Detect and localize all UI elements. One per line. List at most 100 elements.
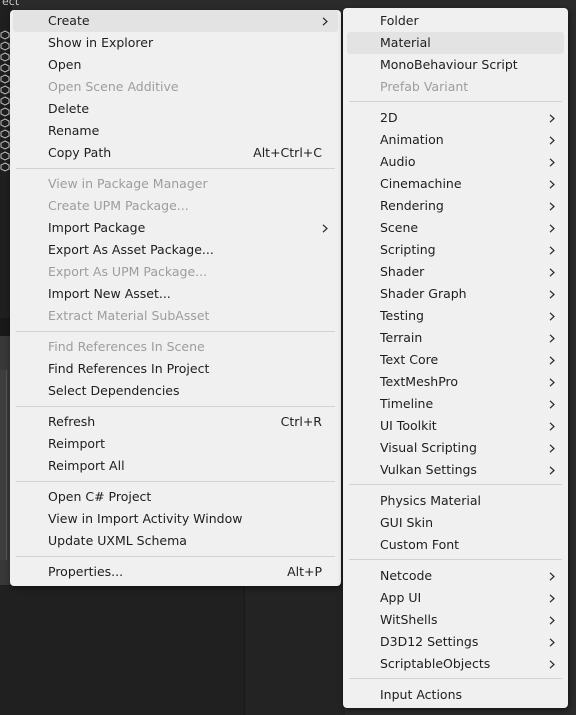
- submenu-item-rendering[interactable]: Rendering: [343, 195, 568, 217]
- menu-item-label: Input Actions: [380, 687, 463, 702]
- shortcut-label: Alt+Ctrl+C: [253, 145, 322, 160]
- menu-item-label: Export As Asset Package...: [48, 242, 214, 257]
- chevron-right-icon: [548, 283, 556, 305]
- menu-item-open-c-project[interactable]: Open C# Project: [10, 486, 341, 508]
- menu-item-open[interactable]: Open: [10, 54, 341, 76]
- menu-item-label: Folder: [380, 13, 419, 28]
- menu-separator: [16, 331, 335, 332]
- create-submenu: Folder Material MonoBehaviour Script Prefab…: [343, 8, 568, 708]
- submenu-item-app-ui[interactable]: App UI: [343, 587, 568, 609]
- gameobject-icon: [0, 39, 10, 51]
- menu-item-delete[interactable]: Delete: [10, 98, 341, 120]
- menu-item-label: 2D: [380, 110, 398, 125]
- submenu-item-material[interactable]: Material: [347, 32, 564, 54]
- gameobject-icon: [0, 160, 10, 172]
- menu-item-label: Cinemachine: [380, 176, 462, 191]
- menu-item-label: Import New Asset...: [48, 286, 171, 301]
- gameobject-icon: [0, 138, 10, 150]
- submenu-item-shader-graph[interactable]: Shader Graph: [343, 283, 568, 305]
- inspector-edge: [0, 370, 7, 560]
- menu-item-reimport[interactable]: Reimport: [10, 433, 341, 455]
- menu-item-label: Shader: [380, 264, 425, 279]
- submenu-item-scene[interactable]: Scene: [343, 217, 568, 239]
- chevron-right-icon: [548, 349, 556, 371]
- menu-item-view-in-import-activity-window[interactable]: View in Import Activity Window: [10, 508, 341, 530]
- menu-item-reimport-all[interactable]: Reimport All: [10, 455, 341, 477]
- submenu-item-d3d12-settings[interactable]: D3D12 Settings: [343, 631, 568, 653]
- menu-item-import-new-asset[interactable]: Import New Asset...: [10, 283, 341, 305]
- submenu-item-vulkan-settings[interactable]: Vulkan Settings: [343, 459, 568, 481]
- submenu-item-monobehaviour-script[interactable]: MonoBehaviour Script: [343, 54, 568, 76]
- menu-item-rename[interactable]: Rename: [10, 120, 341, 142]
- menu-item-label: Terrain: [380, 330, 423, 345]
- submenu-item-2d[interactable]: 2D: [343, 107, 568, 129]
- menu-item-copy-path[interactable]: Copy Path Alt+Ctrl+C: [10, 142, 341, 164]
- menu-item-label: UI Toolkit: [380, 418, 437, 433]
- submenu-item-witshells[interactable]: WitShells: [343, 609, 568, 631]
- menu-item-label: Open Scene Additive: [48, 79, 179, 94]
- menu-item-label: Material: [380, 35, 431, 50]
- menu-item-label: Scene: [380, 220, 419, 235]
- gameobject-icon: [0, 116, 10, 128]
- menu-item-label: Open C# Project: [48, 489, 152, 504]
- menu-item-label: Rendering: [380, 198, 444, 213]
- submenu-item-animation[interactable]: Animation: [343, 129, 568, 151]
- menu-item-label: View in Package Manager: [48, 176, 208, 191]
- submenu-item-timeline[interactable]: Timeline: [343, 393, 568, 415]
- menu-item-label: App UI: [380, 590, 422, 605]
- menu-item-label: Prefab Variant: [380, 79, 469, 94]
- submenu-item-ui-toolkit[interactable]: UI Toolkit: [343, 415, 568, 437]
- gameobject-icon: [0, 127, 10, 139]
- menu-item-label: Vulkan Settings: [380, 462, 477, 477]
- submenu-item-folder[interactable]: Folder: [343, 10, 568, 32]
- submenu-item-visual-scripting[interactable]: Visual Scripting: [343, 437, 568, 459]
- submenu-item-audio[interactable]: Audio: [343, 151, 568, 173]
- chevron-right-icon: [321, 217, 329, 239]
- submenu-item-testing[interactable]: Testing: [343, 305, 568, 327]
- menu-item-label: Animation: [380, 132, 444, 147]
- menu-item-show-in-explorer[interactable]: Show in Explorer: [10, 32, 341, 54]
- menu-item-import-package[interactable]: Import Package: [10, 217, 341, 239]
- submenu-item-terrain[interactable]: Terrain: [343, 327, 568, 349]
- submenu-item-shader[interactable]: Shader: [343, 261, 568, 283]
- scene-panel-edge: [244, 580, 345, 715]
- menu-item-find-references-in-project[interactable]: Find References In Project: [10, 358, 341, 380]
- submenu-item-custom-font[interactable]: Custom Font: [343, 534, 568, 556]
- submenu-item-gui-skin[interactable]: GUI Skin: [343, 512, 568, 534]
- gameobject-icon: [0, 61, 10, 73]
- submenu-item-scriptableobjects[interactable]: ScriptableObjects: [343, 653, 568, 675]
- submenu-item-physics-material[interactable]: Physics Material: [343, 490, 568, 512]
- submenu-item-netcode[interactable]: Netcode: [343, 565, 568, 587]
- submenu-item-input-actions[interactable]: Input Actions: [343, 684, 568, 706]
- menu-item-update-uxml-schema[interactable]: Update UXML Schema: [10, 530, 341, 552]
- menu-item-label: Export As UPM Package...: [48, 264, 208, 279]
- context-menu: Create Show in Explorer Open Open Scene Add…: [10, 10, 341, 586]
- menu-item-label: Reimport: [48, 436, 106, 451]
- menu-item-export-as-asset-package[interactable]: Export As Asset Package...: [10, 239, 341, 261]
- menu-item-label: Show in Explorer: [48, 35, 154, 50]
- submenu-item-scripting[interactable]: Scripting: [343, 239, 568, 261]
- menu-item-label: Find References In Project: [48, 361, 210, 376]
- chevron-right-icon: [548, 587, 556, 609]
- menu-item-refresh[interactable]: Refresh Ctrl+R: [10, 411, 341, 433]
- menu-item-label: Create: [48, 13, 90, 28]
- menu-separator: [16, 168, 335, 169]
- menu-separator: [16, 481, 335, 482]
- submenu-item-textmeshpro[interactable]: TextMeshPro: [343, 371, 568, 393]
- gameobject-icon: [0, 94, 10, 106]
- lower-panel: [0, 585, 244, 715]
- chevron-right-icon: [548, 631, 556, 653]
- menu-item-create[interactable]: Create: [13, 10, 338, 32]
- menu-item-label: Extract Material SubAsset: [48, 308, 210, 323]
- submenu-item-cinemachine[interactable]: Cinemachine: [343, 173, 568, 195]
- menu-item-label: Delete: [48, 101, 90, 116]
- menu-item-label: TextMeshPro: [380, 374, 459, 389]
- submenu-item-prefab-variant: Prefab Variant: [343, 76, 568, 98]
- chevron-right-icon: [548, 129, 556, 151]
- chevron-right-icon: [548, 151, 556, 173]
- panel-title-fragment: ect: [2, 0, 20, 8]
- submenu-item-text-core[interactable]: Text Core: [343, 349, 568, 371]
- menu-item-properties[interactable]: Properties... Alt+P: [10, 561, 341, 583]
- menu-separator: [349, 101, 562, 102]
- menu-item-select-dependencies[interactable]: Select Dependencies: [10, 380, 341, 402]
